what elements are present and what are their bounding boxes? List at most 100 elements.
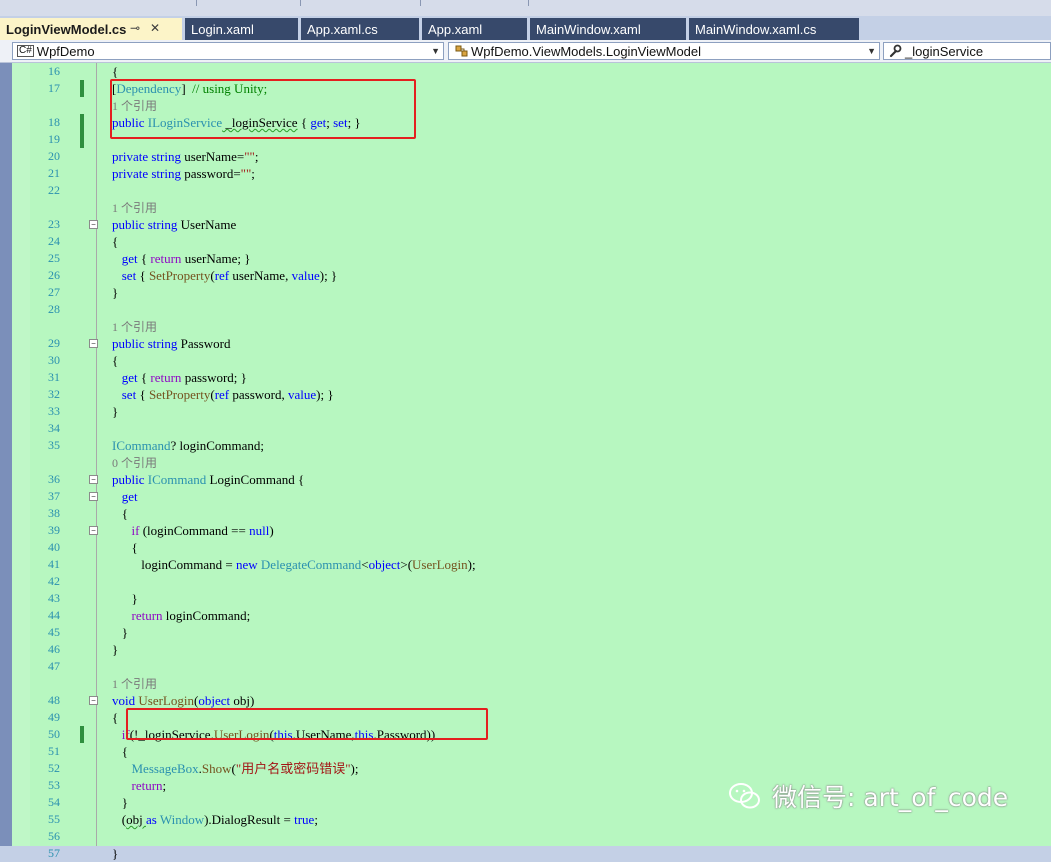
codelens-reference[interactable]: 0 个引用 — [0, 454, 1051, 471]
code-text: { — [112, 540, 138, 555]
code-line-51[interactable]: 51 { — [0, 743, 1051, 760]
line-number: 36 — [48, 472, 60, 486]
pin-icon[interactable]: ⊸ — [130, 21, 140, 35]
codelens-reference[interactable]: 1 个引用 — [0, 199, 1051, 216]
code-text: return loginCommand; — [131, 608, 251, 623]
watermark: 微信号: art_of_code — [728, 778, 1008, 814]
tab-mainwindow-xaml[interactable]: MainWindow.xaml — [530, 18, 686, 40]
collapse-toggle-icon[interactable]: − — [89, 526, 98, 535]
line-number: 19 — [48, 132, 60, 146]
code-line-32[interactable]: 32 set { SetProperty(ref password, value… — [0, 386, 1051, 403]
code-line-23[interactable]: 23 − public string UserName — [0, 216, 1051, 233]
code-text: { — [112, 64, 119, 79]
line-number: 16 — [48, 64, 60, 78]
code-text: } — [112, 285, 119, 300]
code-line-57[interactable]: 57} — [0, 845, 1051, 862]
code-line-16[interactable]: 16 { — [0, 63, 1051, 80]
code-line-37[interactable]: 37 − get — [0, 488, 1051, 505]
collapse-toggle-icon[interactable]: − — [89, 220, 98, 229]
code-line-27[interactable]: 27} — [0, 284, 1051, 301]
member-dropdown[interactable]: _loginService — [883, 42, 1051, 60]
code-text: if (loginCommand == null) — [131, 523, 274, 538]
code-line-29[interactable]: 29 − public string Password — [0, 335, 1051, 352]
watermark-text: 微信号: art_of_code — [772, 783, 1009, 812]
code-text: ICommand? loginCommand; — [112, 438, 265, 453]
collapse-toggle-icon[interactable]: − — [89, 475, 98, 484]
line-number: 27 — [48, 285, 60, 299]
tab-loginviewmodel-cs[interactable]: LoginViewModel.cs ⊸ ✕ — [0, 18, 182, 40]
code-line-33[interactable]: 33} — [0, 403, 1051, 420]
code-text: (obj as Window).DialogResult = true; — [112, 812, 318, 827]
change-marker — [80, 131, 84, 148]
code-text: } — [112, 846, 119, 861]
code-line-43[interactable]: 43 } — [0, 590, 1051, 607]
tab-app-xaml-cs[interactable]: App.xaml.cs — [301, 18, 419, 40]
reference-count[interactable]: 0 个引用 — [112, 454, 157, 472]
code-line-48[interactable]: 48 − void UserLogin(object obj) — [0, 692, 1051, 709]
code-line-26[interactable]: 26 set { SetProperty(ref userName, value… — [0, 267, 1051, 284]
code-line-46[interactable]: 46} — [0, 641, 1051, 658]
collapse-toggle-icon[interactable]: − — [89, 492, 98, 501]
code-line-40[interactable]: 40 { — [0, 539, 1051, 556]
code-text: } — [112, 591, 138, 606]
code-text: { — [112, 234, 119, 249]
code-editor[interactable]: 16{17 [Dependency] // using Unity; 1 个引用 18… — [0, 63, 1051, 861]
line-number: 52 — [48, 761, 60, 775]
collapse-toggle-icon[interactable]: − — [89, 339, 98, 348]
code-line-25[interactable]: 25 get { return userName; } — [0, 250, 1051, 267]
reference-count[interactable]: 1 个引用 — [112, 318, 157, 336]
project-dropdown[interactable]: C# WpfDemo ▼ — [12, 42, 444, 60]
line-number: 18 — [48, 115, 60, 129]
class-path: WpfDemo.ViewModels.LoginViewModel — [471, 43, 702, 59]
tab-login-xaml[interactable]: Login.xaml — [185, 18, 298, 40]
tab-label: LoginViewModel.cs — [6, 21, 127, 37]
code-line-38[interactable]: 38 { — [0, 505, 1051, 522]
line-number: 22 — [48, 183, 60, 197]
code-text: private string userName=""; — [112, 149, 259, 164]
code-text: public string Password — [112, 336, 231, 351]
code-line-47[interactable]: 47 — [0, 658, 1051, 675]
codelens-reference[interactable]: 1 个引用 — [0, 318, 1051, 335]
reference-count[interactable]: 1 个引用 — [112, 675, 157, 693]
code-line-21[interactable]: 21 private string password=""; — [0, 165, 1051, 182]
code-line-30[interactable]: 30 { — [0, 352, 1051, 369]
code-text: get — [121, 489, 138, 504]
tab-app-xaml[interactable]: App.xaml — [422, 18, 527, 40]
reference-count[interactable]: 1 个引用 — [112, 199, 157, 217]
code-text: void UserLogin(object obj) — [112, 693, 255, 708]
code-line-35[interactable]: 35 ICommand? loginCommand; — [0, 437, 1051, 454]
code-text: } — [112, 404, 119, 419]
codelens-reference[interactable]: 1 个引用 — [0, 675, 1051, 692]
code-line-56[interactable]: 56 — [0, 828, 1051, 845]
class-dropdown[interactable]: WpfDemo.ViewModels.LoginViewModel ▼ — [448, 42, 880, 60]
code-line-20[interactable]: 20 private string userName=""; — [0, 148, 1051, 165]
code-line-28[interactable]: 28 — [0, 301, 1051, 318]
line-number: 17 — [48, 81, 60, 95]
code-line-41[interactable]: 41 loginCommand = new DelegateCommand<ob… — [0, 556, 1051, 573]
line-number: 55 — [48, 812, 60, 826]
code-line-42[interactable]: 42 — [0, 573, 1051, 590]
code-line-22[interactable]: 22 — [0, 182, 1051, 199]
code-line-44[interactable]: 44 return loginCommand; — [0, 607, 1051, 624]
code-line-52[interactable]: 52 MessageBox.Show("用户名或密码错误"); — [0, 760, 1051, 777]
csharp-project-icon: C# — [17, 45, 34, 57]
code-line-36[interactable]: 36 − public ICommand LoginCommand { — [0, 471, 1051, 488]
code-line-24[interactable]: 24 { — [0, 233, 1051, 250]
code-line-34[interactable]: 34 — [0, 420, 1051, 437]
line-number: 51 — [48, 744, 60, 758]
code-text: get { return userName; } — [121, 251, 251, 266]
code-text: loginCommand = new DelegateCommand<objec… — [112, 557, 476, 572]
code-line-31[interactable]: 31 get { return password; } — [0, 369, 1051, 386]
line-number: 47 — [48, 659, 60, 673]
highlight-box-userlogin-check — [126, 708, 488, 740]
code-line-39[interactable]: 39 − if (loginCommand == null) — [0, 522, 1051, 539]
line-number: 40 — [48, 540, 60, 554]
document-tabs: LoginViewModel.cs ⊸ ✕ Login.xaml App.xam… — [0, 16, 1051, 40]
close-icon[interactable]: ✕ — [150, 21, 160, 35]
code-line-45[interactable]: 45 } — [0, 624, 1051, 641]
code-text: { — [112, 506, 128, 521]
collapse-toggle-icon[interactable]: − — [89, 696, 98, 705]
tab-mainwindow-xaml-cs[interactable]: MainWindow.xaml.cs — [689, 18, 859, 40]
code-text: MessageBox.Show("用户名或密码错误"); — [131, 761, 359, 776]
line-number: 25 — [48, 251, 60, 265]
